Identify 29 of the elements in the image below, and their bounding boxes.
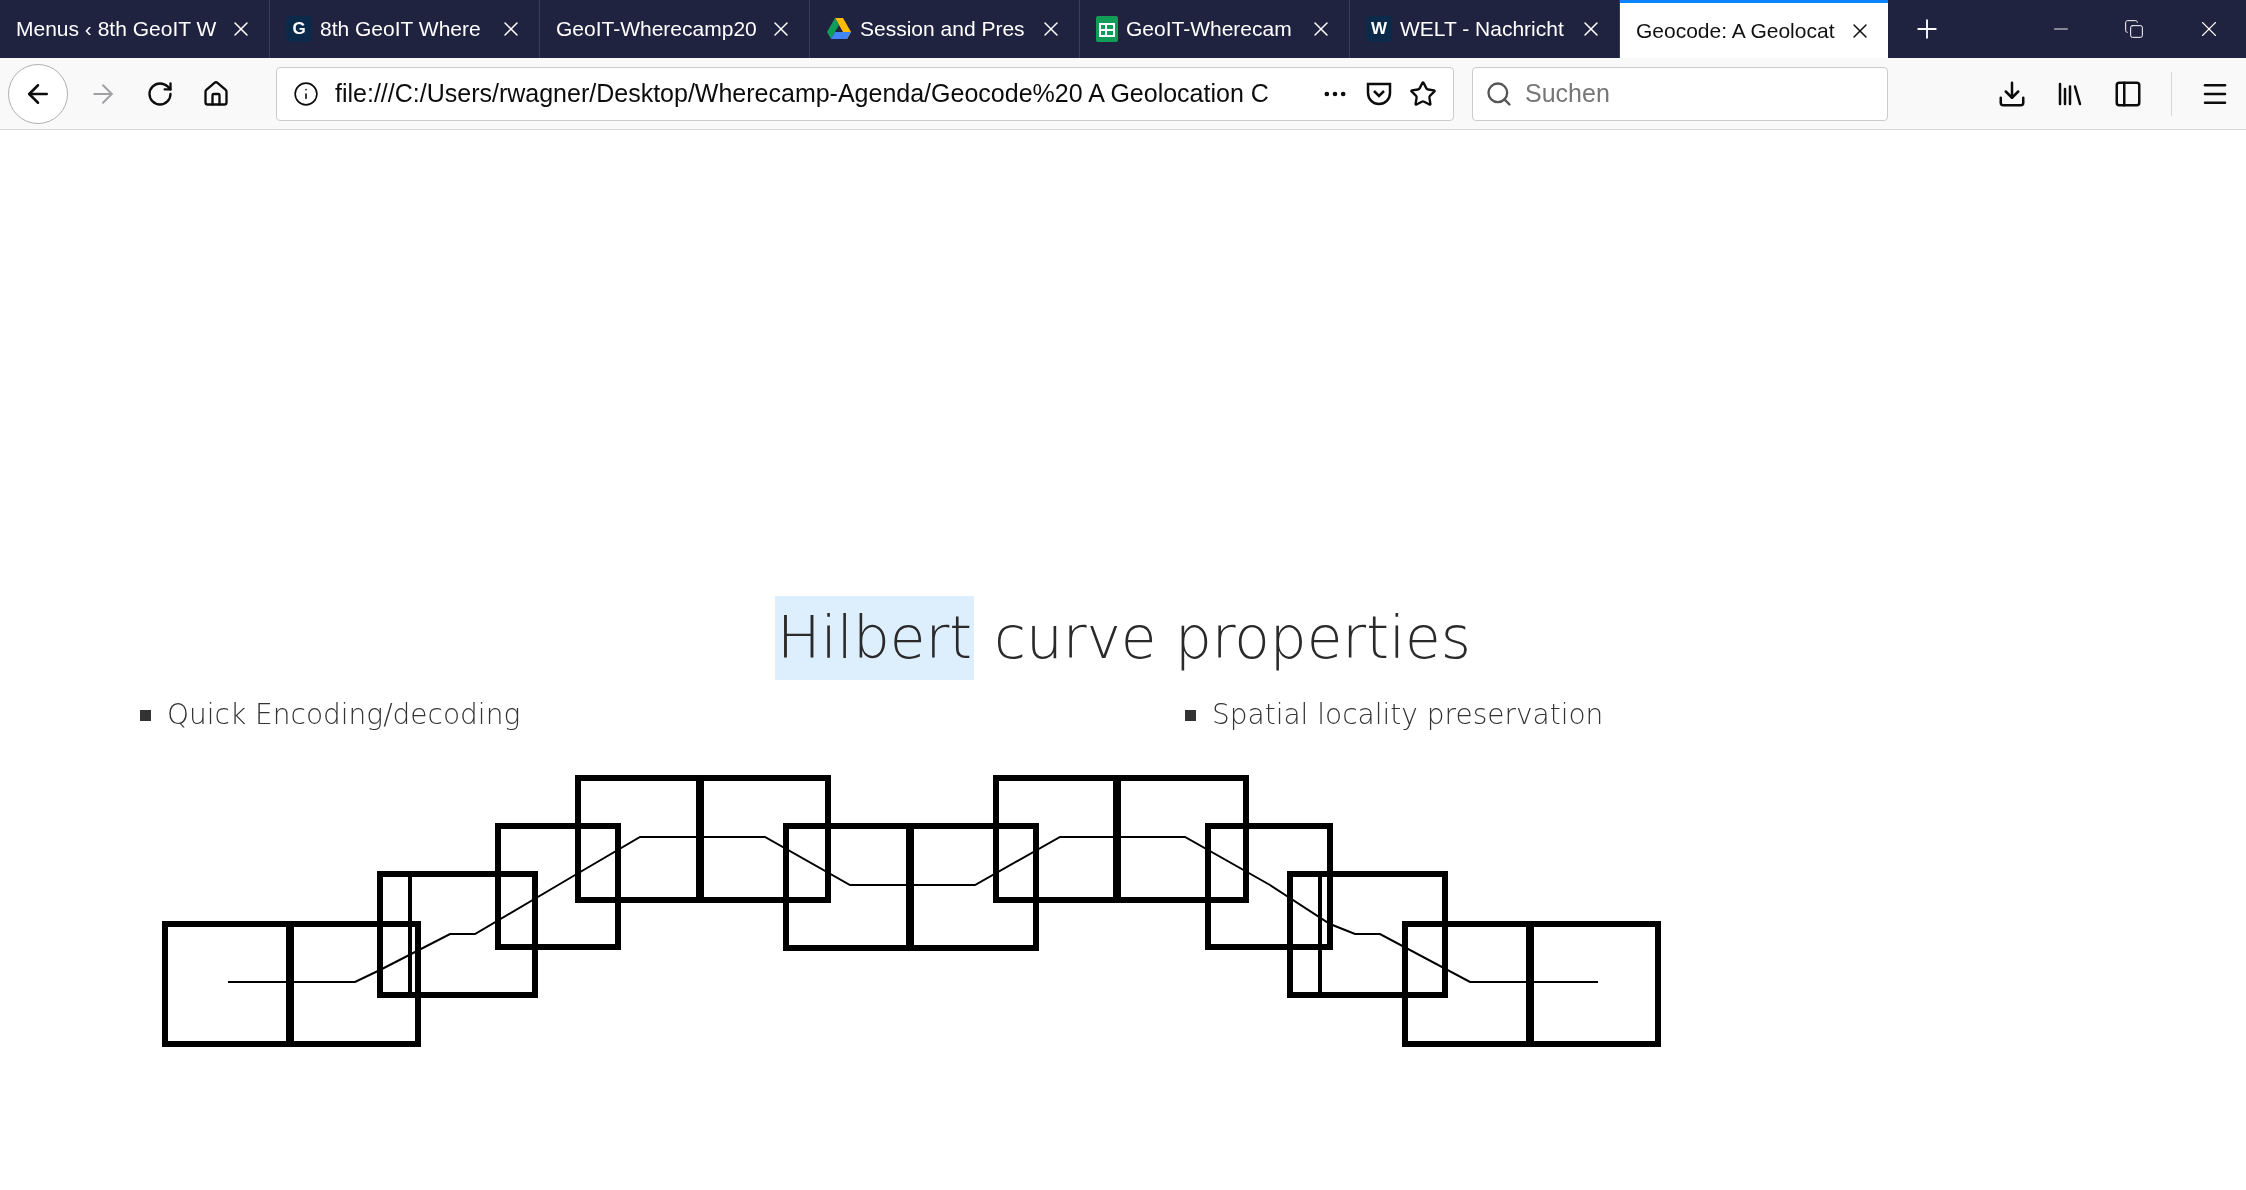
bullet-text: Quick Encoding/decoding xyxy=(167,697,521,733)
search-icon xyxy=(1485,79,1513,108)
address-bar[interactable]: file:///C:/Users/rwagner/Desktop/Wherecamp-Agenda/Geocode%20 A Geolocation C xyxy=(276,66,1454,121)
info-icon[interactable] xyxy=(293,80,319,107)
triangle-logo-icon xyxy=(826,17,852,41)
tab-title: WELT - Nachricht xyxy=(1400,16,1565,43)
tab-title: Geocode: A Geolocat xyxy=(1636,17,1836,44)
slide-title: Hilbert xyxy=(775,596,974,680)
spreadsheet-icon xyxy=(1096,16,1118,42)
bullet-text: Spatial locality preservation xyxy=(1212,697,1604,733)
tab-title: 8th GeoIT Where xyxy=(320,16,482,43)
search-placeholder: Suchen xyxy=(1525,77,1610,109)
tab-title: GeoIT-Wherecam xyxy=(1126,16,1293,43)
site-logo-icon: G xyxy=(286,16,312,42)
url-text: file:///C:/Users/rwagner/Desktop/Wherecamp-Agenda/Geocode%20 A Geolocation C xyxy=(335,77,1270,109)
tab-title: Session and Pres xyxy=(860,16,1026,43)
slide-title: curve properties xyxy=(993,603,1472,674)
bullet-icon xyxy=(140,709,151,721)
restore-icon[interactable] xyxy=(2124,19,2144,39)
site-logo-icon: W xyxy=(1366,16,1392,42)
bullet-icon xyxy=(1185,709,1196,721)
shield-icon[interactable] xyxy=(1365,80,1393,107)
browser-tab[interactable]: Geocode: A Geolocat xyxy=(1620,0,1888,58)
tab-title: Menus ‹ 8th GeoIT W xyxy=(16,16,218,43)
star-icon[interactable] xyxy=(1409,79,1437,108)
home-icon[interactable] xyxy=(202,79,230,108)
reload-icon[interactable] xyxy=(146,79,174,108)
search-field[interactable]: Suchen xyxy=(1472,66,1888,121)
tab-title: GeoIT-Wherecamp20 xyxy=(556,16,758,43)
